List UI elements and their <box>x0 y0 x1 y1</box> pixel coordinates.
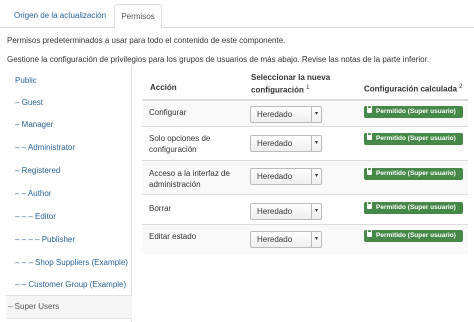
permission-select[interactable]: Heredado ▾ <box>250 231 322 248</box>
action-label: Solo opciones de configuración <box>149 134 211 154</box>
column-header-select-line1: Seleccionar la nueva <box>251 73 331 82</box>
group-item-label: – Manager <box>15 120 54 129</box>
table-row: Borrar Heredado ▾ Permitido (Super usuari… <box>142 194 468 224</box>
column-header-action: Acción <box>150 83 177 92</box>
permission-select[interactable]: Heredado ▾ <box>250 135 322 152</box>
intro-text-default-permissions: Permisos predeterminados a usar para tod… <box>7 36 286 45</box>
table-row: Solo opciones de configuración Heredado ▾ … <box>142 126 468 160</box>
group-item-registered[interactable]: – Registered <box>6 162 132 180</box>
table-row: Editar estado Heredado ▾ Permitido (Super… <box>142 224 468 254</box>
group-item-guest[interactable]: – Guest <box>6 94 132 112</box>
calculated-status-badge: Permitido (Super usuario) <box>364 167 463 180</box>
permission-select[interactable]: Heredado ▾ <box>250 168 322 185</box>
group-item-label: – – Customer Group (Example) <box>15 280 127 289</box>
calculated-status-badge: Permitido (Super usuario) <box>364 201 463 214</box>
dropdown-arrow-icon: ▾ <box>311 204 321 219</box>
dropdown-arrow-icon: ▾ <box>311 169 321 184</box>
table-row: Configurar Heredado ▾ Permitido (Super us… <box>142 100 468 126</box>
dropdown-arrow-icon: ▾ <box>311 107 321 122</box>
group-item-label: – – Administrator <box>15 143 76 152</box>
tab-update-source[interactable]: Origen de la actualización <box>6 4 114 29</box>
permission-select[interactable]: Heredado ▾ <box>250 203 322 220</box>
group-item-publisher[interactable]: – – – – Publisher <box>6 231 132 249</box>
group-item-label: – Guest <box>15 98 44 107</box>
column-header-select: Seleccionar la nueva configuración 1 <box>251 72 330 96</box>
calculated-status-badge: Permitido (Super usuario) <box>364 229 463 242</box>
action-label: Editar estado <box>149 232 197 241</box>
lock-icon <box>367 105 372 113</box>
calculated-status-badge: Permitido (Super usuario) <box>364 105 463 118</box>
group-item-super-users[interactable]: – Super Users <box>6 295 132 319</box>
lock-icon <box>367 132 372 140</box>
group-item-shop-suppliers[interactable]: – – – Shop Suppliers (Example) <box>6 254 132 272</box>
group-item-label: – – – – Publisher <box>15 235 76 244</box>
column-header-select-line2: configuración 1 <box>251 85 310 95</box>
action-label: Borrar <box>149 204 172 213</box>
group-item-label: – Registered <box>15 166 61 175</box>
intro-text-manage-privileges: Gestione la configuración de privilegios… <box>7 55 430 64</box>
footnote-marker-2: 2 <box>459 84 463 90</box>
permission-select[interactable]: Heredado ▾ <box>250 106 322 123</box>
tab-permissions[interactable]: Permisos <box>114 4 162 29</box>
group-item-manager[interactable]: – Manager <box>6 116 132 134</box>
action-label: Configurar <box>149 108 187 117</box>
lock-icon <box>367 167 372 175</box>
group-item-author[interactable]: – – Author <box>6 185 132 203</box>
group-item-editor[interactable]: – – – Editor <box>6 208 132 226</box>
group-item-label: – – – Editor <box>15 212 56 221</box>
table-row: Acceso a la interfaz de administración He… <box>142 160 468 194</box>
dropdown-arrow-icon: ▾ <box>311 136 321 151</box>
group-item-customer-group[interactable]: – – Customer Group (Example) <box>6 276 132 294</box>
group-item-public[interactable]: Public <box>6 72 132 90</box>
footnote-marker-1: 1 <box>306 85 310 91</box>
dropdown-arrow-icon: ▾ <box>311 232 321 247</box>
group-item-administrator[interactable]: – – Administrator <box>6 139 132 157</box>
user-group-list: Public – Guest – Manager – – Administrat… <box>6 66 132 322</box>
group-item-label: – – Author <box>15 189 52 198</box>
tab-bar: Origen de la actualización Permisos <box>0 0 474 29</box>
group-item-label: Public <box>15 76 37 85</box>
lock-icon <box>367 229 372 237</box>
group-item-label: – Super Users <box>8 302 60 311</box>
lock-icon <box>367 201 372 209</box>
column-header-calculated: Configuración calculada 2 <box>364 84 463 94</box>
action-label: Acceso a la interfaz de administración <box>149 169 230 189</box>
calculated-status-badge: Permitido (Super usuario) <box>364 132 463 145</box>
group-item-label: – – – Shop Suppliers (Example) <box>15 258 128 267</box>
